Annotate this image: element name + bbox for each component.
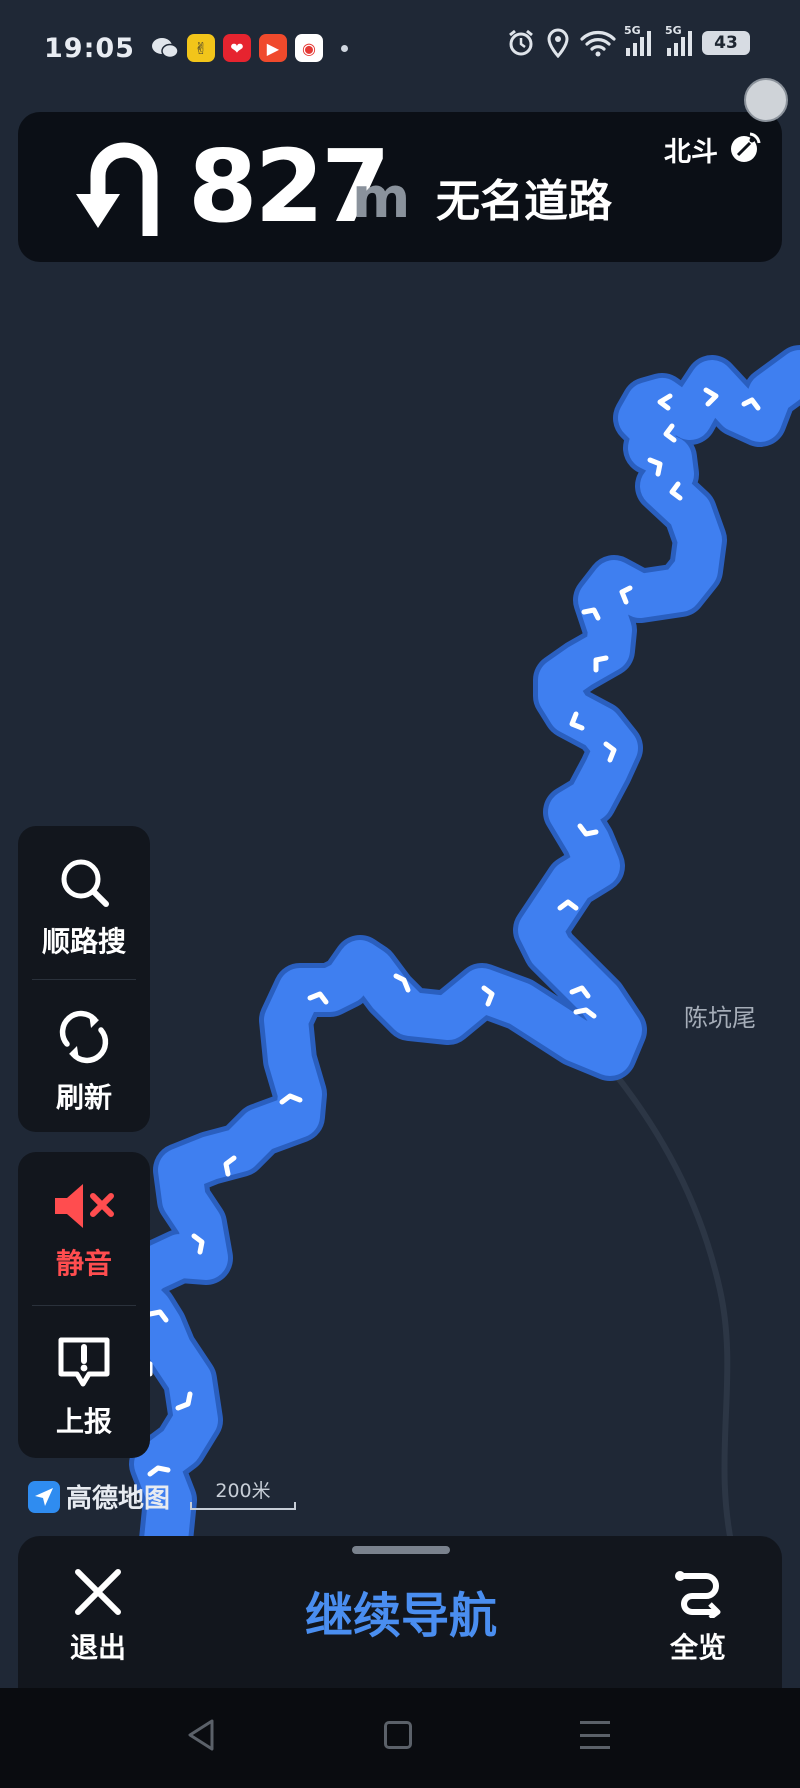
route-search-label: 顺路搜 bbox=[41, 925, 126, 958]
exit-button[interactable]: 退出 bbox=[48, 1566, 148, 1666]
search-icon bbox=[61, 859, 109, 907]
mute-label: 静音 bbox=[55, 1247, 112, 1280]
distance-unit: m bbox=[352, 166, 411, 231]
route-overview-icon bbox=[675, 1571, 721, 1618]
overview-button[interactable]: 全览 bbox=[648, 1566, 748, 1666]
report-icon bbox=[58, 1337, 110, 1387]
report-label: 上报 bbox=[55, 1405, 112, 1438]
map-scale: 200米 bbox=[190, 1476, 296, 1512]
alarm-icon bbox=[509, 29, 533, 56]
close-icon bbox=[75, 1569, 121, 1615]
turn-guidance-card[interactable]: 827 m 无名道路 北斗 bbox=[18, 112, 782, 262]
satellite-icon bbox=[731, 132, 761, 162]
signal-5g-icon-2: 5G bbox=[665, 24, 692, 56]
road-name: 无名道路 bbox=[436, 176, 612, 227]
u-turn-icon bbox=[76, 142, 158, 236]
wechat-icon bbox=[151, 34, 179, 62]
back-icon[interactable] bbox=[186, 1718, 216, 1752]
place-label: 陈坑尾 bbox=[684, 1004, 756, 1032]
brand-name: 高德地图 bbox=[66, 1484, 171, 1514]
exit-label: 退出 bbox=[69, 1631, 126, 1664]
status-time: 19:05 bbox=[44, 32, 135, 64]
refresh-label: 刷新 bbox=[55, 1081, 112, 1114]
app-red-icon: ❤ bbox=[222, 34, 251, 62]
gps-source-label: 北斗 bbox=[664, 137, 718, 168]
scale-bar bbox=[190, 1502, 296, 1510]
system-status-icons: 5G 5G 43 bbox=[506, 24, 750, 58]
battery-icon: 43 bbox=[702, 31, 750, 55]
more-notifications-dot bbox=[340, 44, 348, 52]
wifi-icon bbox=[580, 31, 616, 57]
refresh-button[interactable]: 刷新 bbox=[18, 980, 150, 1130]
location-icon bbox=[547, 28, 569, 58]
mute-button[interactable]: 静音 bbox=[18, 1152, 150, 1302]
notification-icons: ✌ ❤ ▶ ◉ bbox=[151, 34, 348, 62]
avatar[interactable] bbox=[744, 78, 788, 122]
route-line bbox=[103, 345, 800, 1567]
signal-5g-icon: 5G bbox=[624, 24, 651, 56]
refresh-icon bbox=[59, 1010, 109, 1064]
route-arrows bbox=[137, 387, 761, 1477]
mute-icon bbox=[55, 1184, 114, 1228]
navigation-bottom-bar: 退出 继续导航 全览 bbox=[18, 1536, 782, 1688]
app-yellow-icon: ✌ bbox=[186, 34, 215, 62]
background-road bbox=[609, 1068, 738, 1561]
continue-navigation-button[interactable]: 继续导航 bbox=[268, 1576, 534, 1646]
status-bar: 19:05 ✌ ❤ ▶ ◉ 5G 5G 43 bbox=[0, 0, 800, 96]
side-panel-top: 顺路搜 刷新 bbox=[18, 826, 150, 1132]
amap-logo-icon bbox=[28, 1480, 60, 1513]
scale-label: 200米 bbox=[215, 1480, 271, 1502]
report-button[interactable]: 上报 bbox=[18, 1306, 150, 1456]
home-icon[interactable] bbox=[384, 1721, 412, 1749]
system-navigation-bar bbox=[0, 1688, 800, 1788]
drag-handle[interactable] bbox=[352, 1546, 450, 1554]
overview-label: 全览 bbox=[669, 1631, 726, 1664]
video-icon: ▶ bbox=[258, 34, 287, 62]
route-search-button[interactable]: 顺路搜 bbox=[18, 826, 150, 976]
menu-icon[interactable] bbox=[580, 1721, 610, 1749]
map-brand: 高德地图 bbox=[28, 1478, 170, 1515]
side-panel-bottom: 静音 上报 bbox=[18, 1152, 150, 1458]
media-icon: ◉ bbox=[294, 34, 323, 62]
